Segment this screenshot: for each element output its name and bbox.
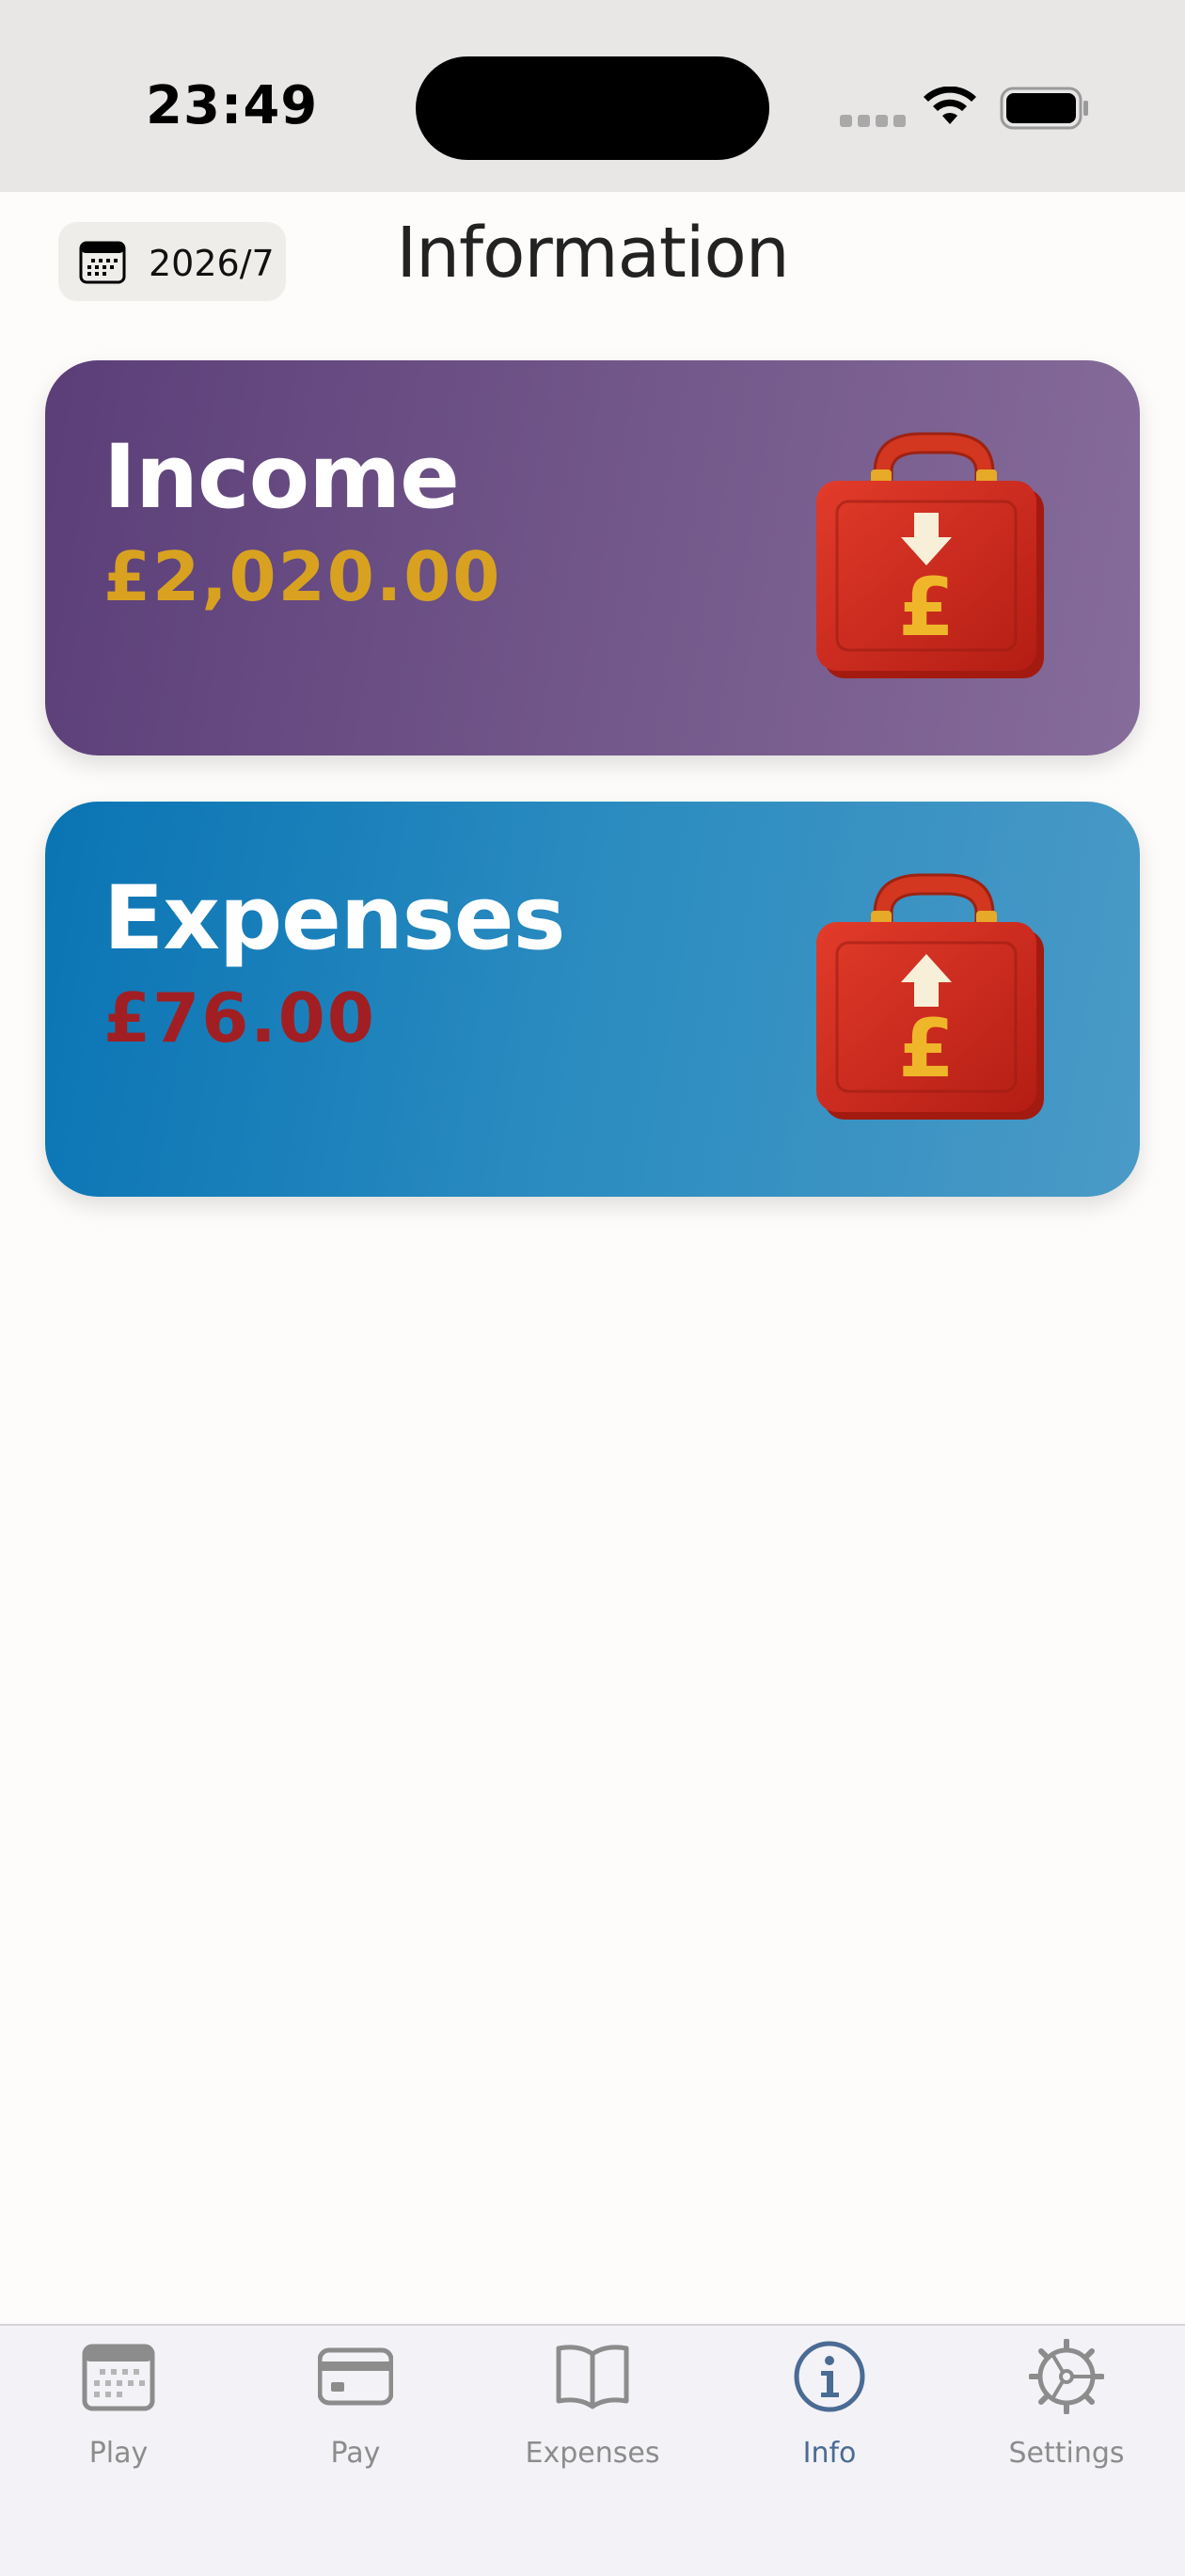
gear-icon [1029,2339,1104,2414]
tab-info-label: Info [802,2437,857,2470]
tab-pay[interactable]: Pay [237,2326,474,2495]
status-bar: 23:49 [0,0,1185,192]
expenses-amount: £76.00 [103,978,376,1057]
tab-expenses-label: Expenses [525,2437,660,2470]
tab-settings[interactable]: Settings [948,2326,1185,2495]
battery-icon [1000,87,1088,130]
briefcase-income-icon: £ [816,432,1044,678]
status-time: 23:49 [146,75,319,136]
calendar-icon [82,2344,155,2411]
tab-info[interactable]: Info [711,2326,948,2495]
info-icon [794,2341,865,2412]
expenses-title: Expenses [103,867,565,970]
svg-text:£: £ [898,561,955,655]
dynamic-island [416,56,769,160]
tab-settings-label: Settings [1008,2437,1125,2470]
tab-play[interactable]: Play [0,2326,237,2495]
briefcase-expense-icon: £ [816,873,1044,1120]
tab-play-label: Play [88,2437,149,2470]
tab-pay-label: Pay [330,2437,381,2470]
tab-expenses[interactable]: Expenses [474,2326,711,2495]
income-card[interactable]: Income £2,020.00 £ [45,360,1140,755]
book-icon [556,2345,629,2409]
income-amount: £2,020.00 [103,537,502,616]
credit-card-icon [318,2347,393,2406]
income-title: Income [103,426,460,529]
header: 2026/7 Information [0,192,1185,333]
tab-bar: Play Pay Expenses Info Settings [0,2324,1185,2576]
page-title: Information [396,213,789,294]
expenses-card[interactable]: Expenses £76.00 £ [45,802,1140,1197]
cellular-signal-icon [840,115,911,132]
svg-text:£: £ [898,1002,955,1096]
wifi-icon [924,87,976,124]
